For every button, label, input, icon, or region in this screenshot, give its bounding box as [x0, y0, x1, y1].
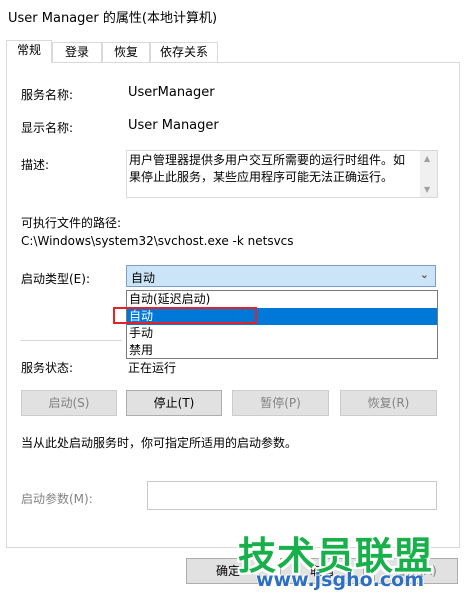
tab-dependencies[interactable]: 依存关系: [150, 42, 218, 62]
chevron-down-icon: ⌄: [419, 268, 429, 281]
tab-general[interactable]: 常规: [6, 40, 52, 63]
stop-button[interactable]: 停止(T): [126, 390, 222, 416]
start-params-input[interactable]: [147, 481, 437, 510]
startup-type-dropdown: 自动(延迟启动) 自动 手动 禁用: [126, 290, 438, 359]
startup-option-manual[interactable]: 手动: [127, 325, 437, 342]
description-box[interactable]: 用户管理器提供多用户交互所需要的运行时组件。如果停止此服务，某些应用程序可能无法…: [126, 150, 438, 198]
description-scrollbar[interactable]: ▲ ▼: [420, 151, 437, 197]
title-bar: User Manager 的属性(本地计算机): [0, 0, 467, 30]
startup-option-auto-delayed[interactable]: 自动(延迟启动): [127, 291, 437, 308]
pause-button[interactable]: 暂停(P): [232, 390, 329, 416]
start-button[interactable]: 启动(S): [21, 390, 117, 416]
window-title: User Manager 的属性(本地计算机): [8, 11, 218, 26]
watermark-url: www.jsgho.com: [256, 569, 424, 591]
tab-logon[interactable]: 登录: [52, 42, 102, 62]
display-name-label: 显示名称:: [21, 121, 74, 135]
highlight-box: [113, 307, 257, 324]
scroll-up-icon[interactable]: ▲: [424, 154, 430, 163]
section-divider: [20, 340, 122, 341]
start-params-label: 启动参数(M):: [21, 492, 93, 506]
service-name-label: 服务名称:: [21, 88, 74, 102]
startup-type-value: 自动: [131, 271, 156, 285]
display-name-value: User Manager: [128, 118, 219, 133]
tab-recovery[interactable]: 恢复: [102, 42, 150, 62]
service-name-value: UserManager: [128, 85, 215, 100]
startup-type-label: 启动类型(E):: [21, 272, 90, 286]
watermark-logo: 技术员联盟 www.jsgho.com: [238, 525, 463, 595]
exe-path-label: 可执行文件的路径:: [21, 216, 122, 230]
start-params-hint: 当从此处启动服务时，你可指定所适用的启动参数。: [21, 436, 298, 450]
resume-button[interactable]: 恢复(R): [340, 390, 437, 416]
startup-option-disabled[interactable]: 禁用: [127, 342, 437, 359]
description-text: 用户管理器提供多用户交互所需要的运行时组件。如果停止此服务，某些应用程序可能无法…: [129, 153, 406, 184]
description-label: 描述:: [21, 158, 50, 172]
exe-path-value: C:\Windows\system32\svchost.exe -k netsv…: [21, 234, 294, 248]
scroll-down-icon[interactable]: ▼: [424, 185, 430, 194]
startup-type-select[interactable]: 自动 ⌄: [126, 265, 436, 287]
service-status-label: 服务状态:: [21, 361, 74, 375]
tab-strip: 常规 登录 恢复 依存关系: [6, 40, 460, 63]
service-status-value: 正在运行: [128, 361, 177, 375]
